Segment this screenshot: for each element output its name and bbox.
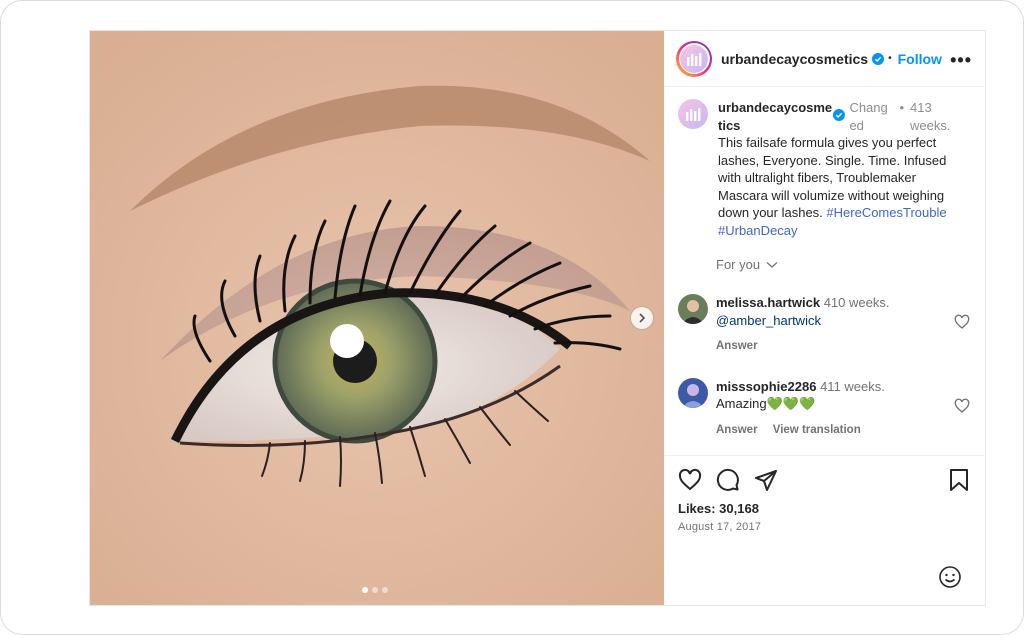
avatar-image <box>678 377 708 408</box>
urban-decay-logo-icon <box>686 108 701 121</box>
avatar-inner <box>678 43 710 74</box>
comment-time[interactable]: 411 weeks. <box>820 379 885 394</box>
carousel-indicator <box>362 587 388 593</box>
comment-text: Amazing💚💚💚 <box>716 396 816 411</box>
caption-text-block: urbandecaycosmetics Changed • 413 weeks.… <box>718 99 962 239</box>
post-header: urbandecaycosmetics • Follow ••• <box>664 31 984 87</box>
comment-line: misssophie2286 411 weeks. <box>716 378 885 396</box>
post-media[interactable] <box>90 31 664 605</box>
carousel-dot <box>362 587 368 593</box>
caption-username[interactable]: urbandecaycosmetics <box>718 99 833 134</box>
heart-icon[interactable] <box>678 468 702 492</box>
carousel-dot <box>372 587 378 593</box>
post-date: August 17, 2017 <box>678 521 762 533</box>
commenter-avatar[interactable] <box>678 377 708 408</box>
share-icon[interactable] <box>754 468 778 492</box>
verified-badge-icon <box>833 109 846 121</box>
avatar-image <box>678 294 708 324</box>
carousel-next-button[interactable] <box>631 307 653 329</box>
post-side-panel: urbandecaycosmetics • Follow ••• urbande… <box>664 31 984 605</box>
edited-label: Changed <box>849 100 888 133</box>
meta-dot: • <box>899 100 904 115</box>
hashtag-link[interactable]: #HereComesTrouble <box>826 205 946 220</box>
heart-icon[interactable] <box>954 398 970 414</box>
caption-meta: Changed • 413 weeks. <box>849 99 962 134</box>
chevron-right-icon <box>639 313 646 323</box>
comment-username[interactable]: melissa.hartwick <box>716 295 820 310</box>
comment-body: melissa.hartwick 410 weeks. @amber_hartw… <box>716 294 889 356</box>
verified-badge-icon <box>872 52 885 65</box>
reply-button[interactable]: Answer <box>716 340 758 352</box>
urban-decay-logo-icon <box>680 44 708 73</box>
follow-button[interactable]: Follow <box>898 51 942 67</box>
comments-section: urbandecaycosmetics Changed • 413 weeks.… <box>664 87 984 439</box>
caption-time[interactable]: 413 weeks. <box>910 99 962 134</box>
comment-icon[interactable] <box>716 468 740 492</box>
bookmark-icon[interactable] <box>948 468 970 492</box>
action-icons <box>678 468 970 492</box>
carousel-dot <box>382 587 388 593</box>
chevron-down-icon <box>766 262 778 268</box>
emoji-icon[interactable] <box>938 565 962 589</box>
header-username[interactable]: urbandecaycosmetics <box>721 51 868 67</box>
profile-avatar[interactable] <box>676 40 712 77</box>
caption-header: urbandecaycosmetics Changed • 413 weeks. <box>718 99 962 134</box>
instagram-post: urbandecaycosmetics • Follow ••• urbande… <box>89 30 986 606</box>
post-actions-bar: Likes: 30,168 August 17, 2017 <box>664 455 984 533</box>
comment-actions: Answer View translation <box>716 422 885 440</box>
reply-button[interactable]: Answer <box>716 424 758 436</box>
caption: urbandecaycosmetics Changed • 413 weeks.… <box>678 99 970 239</box>
comment-time[interactable]: 410 weeks. <box>824 295 890 310</box>
for-you-label: For you <box>716 257 761 272</box>
comment-item: misssophie2286 411 weeks. Amazing💚💚💚 Ans… <box>678 377 970 440</box>
header-separator: • <box>888 53 892 64</box>
eye-photo <box>90 31 664 605</box>
comment-actions: Answer <box>716 338 889 356</box>
for-you-dropdown[interactable]: For you <box>716 257 970 272</box>
more-options-button[interactable]: ••• <box>950 50 972 71</box>
comment-line: melissa.hartwick 410 weeks. <box>716 294 889 312</box>
commenter-avatar[interactable] <box>678 294 708 324</box>
comment-body: misssophie2286 411 weeks. Amazing💚💚💚 Ans… <box>716 378 885 440</box>
comment-username[interactable]: misssophie2286 <box>716 379 816 394</box>
view-translation-button[interactable]: View translation <box>773 424 861 436</box>
comment-item: melissa.hartwick 410 weeks. @amber_hartw… <box>678 294 970 356</box>
heart-icon[interactable] <box>954 314 970 330</box>
likes-count[interactable]: Likes: 30,168 <box>678 501 970 516</box>
caption-avatar[interactable] <box>678 99 708 129</box>
hashtag-link[interactable]: #UrbanDecay <box>718 223 798 238</box>
mention-link[interactable]: @amber_hartwick <box>716 312 889 330</box>
